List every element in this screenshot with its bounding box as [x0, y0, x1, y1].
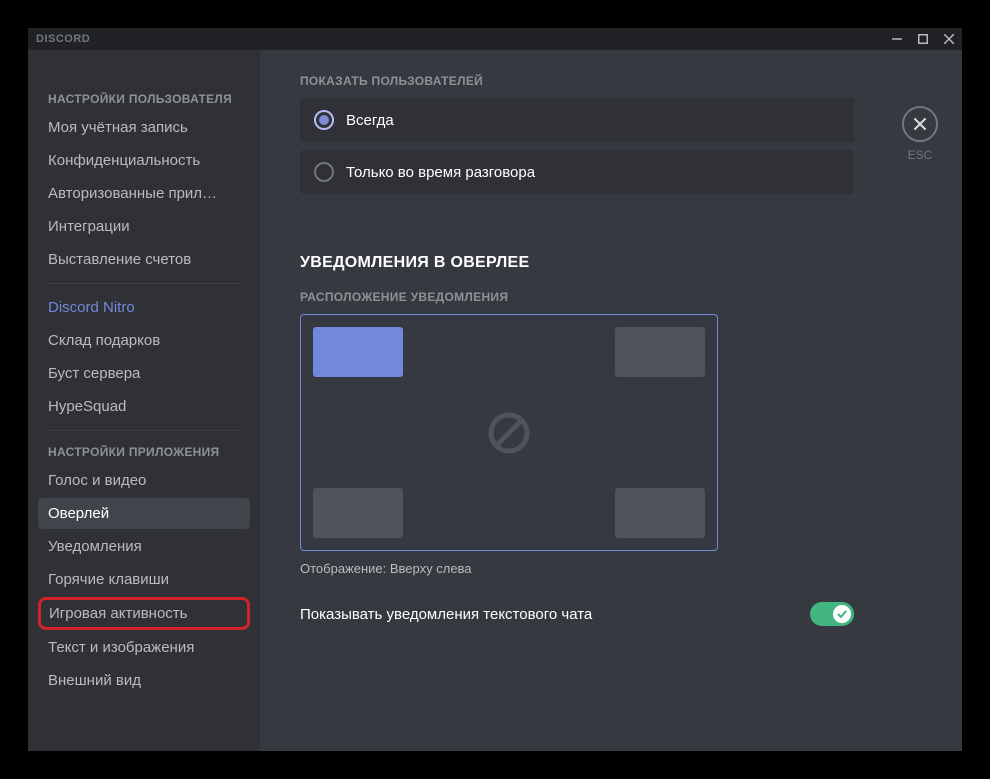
- sidebar-item-billing[interactable]: Выставление счетов: [38, 244, 250, 275]
- position-bottom-right[interactable]: [615, 488, 705, 538]
- esc-label: ESC: [908, 148, 933, 162]
- sidebar-separator: [48, 430, 240, 431]
- text-chat-toggle-row: Показывать уведомления текстового чата: [300, 602, 854, 626]
- notification-position-picker: [300, 314, 718, 551]
- app-window: DISCORD НАСТРОЙКИ ПОЛЬЗОВАТЕЛЯ Моя учётн…: [28, 28, 962, 751]
- content-area: НАСТРОЙКИ ПОЛЬЗОВАТЕЛЯ Моя учётная запис…: [28, 50, 962, 751]
- position-disabled-icon[interactable]: [487, 411, 531, 455]
- sidebar-item-voice-video[interactable]: Голос и видео: [38, 465, 250, 496]
- sidebar-header-user: НАСТРОЙКИ ПОЛЬЗОВАТЕЛЯ: [38, 86, 250, 112]
- show-users-header: ПОКАЗАТЬ ПОЛЬЗОВАТЕЛЕЙ: [300, 74, 922, 88]
- radio-always-label: Всегда: [346, 112, 394, 129]
- radio-icon: [314, 110, 334, 130]
- toggle-knob-icon: [833, 605, 851, 623]
- sidebar-item-authorized-apps[interactable]: Авторизованные прил…: [38, 178, 250, 209]
- close-settings-button[interactable]: [902, 106, 938, 142]
- position-top-left[interactable]: [313, 327, 403, 377]
- sidebar-item-notifications[interactable]: Уведомления: [38, 531, 250, 562]
- sidebar-item-account[interactable]: Моя учётная запись: [38, 112, 250, 143]
- sidebar-item-boost[interactable]: Буст сервера: [38, 358, 250, 389]
- radio-icon: [314, 162, 334, 182]
- radio-talking[interactable]: Только во время разговора: [300, 150, 854, 194]
- maximize-icon[interactable]: [918, 34, 928, 44]
- sidebar-item-text-images[interactable]: Текст и изображения: [38, 632, 250, 663]
- sidebar-item-nitro[interactable]: Discord Nitro: [38, 292, 250, 323]
- close-settings-area: ESC: [902, 106, 938, 162]
- text-chat-toggle[interactable]: [810, 602, 854, 626]
- close-window-icon[interactable]: [944, 34, 954, 44]
- minimize-icon[interactable]: [892, 34, 902, 44]
- settings-sidebar: НАСТРОЙКИ ПОЛЬЗОВАТЕЛЯ Моя учётная запис…: [28, 50, 260, 751]
- window-controls: [892, 34, 954, 44]
- position-top-right[interactable]: [615, 327, 705, 377]
- sidebar-item-gifts[interactable]: Склад подарков: [38, 325, 250, 356]
- sidebar-header-app: НАСТРОЙКИ ПРИЛОЖЕНИЯ: [38, 439, 250, 465]
- position-bottom-left[interactable]: [313, 488, 403, 538]
- radio-talking-label: Только во время разговора: [346, 164, 535, 181]
- sidebar-separator: [48, 283, 240, 284]
- sidebar-item-hypesquad[interactable]: HypeSquad: [38, 391, 250, 422]
- titlebar: DISCORD: [28, 28, 962, 50]
- sidebar-item-integrations[interactable]: Интеграции: [38, 211, 250, 242]
- settings-main: ESC ПОКАЗАТЬ ПОЛЬЗОВАТЕЛЕЙ Всегда Только…: [260, 50, 962, 751]
- sidebar-item-appearance[interactable]: Внешний вид: [38, 665, 250, 696]
- radio-always[interactable]: Всегда: [300, 98, 854, 142]
- notification-position-header: РАСПОЛОЖЕНИЕ УВЕДОМЛЕНИЯ: [300, 290, 922, 304]
- overlay-notifications-title: УВЕДОМЛЕНИЯ В ОВЕРЛЕЕ: [300, 254, 922, 272]
- app-title: DISCORD: [36, 33, 90, 45]
- sidebar-item-overlay[interactable]: Оверлей: [38, 498, 250, 529]
- text-chat-toggle-label: Показывать уведомления текстового чата: [300, 606, 592, 623]
- sidebar-item-privacy[interactable]: Конфиденциальность: [38, 145, 250, 176]
- sidebar-item-hotkeys[interactable]: Горячие клавиши: [38, 564, 250, 595]
- sidebar-item-game-activity[interactable]: Игровая активность: [38, 597, 250, 630]
- position-caption: Отображение: Вверху слева: [300, 561, 922, 576]
